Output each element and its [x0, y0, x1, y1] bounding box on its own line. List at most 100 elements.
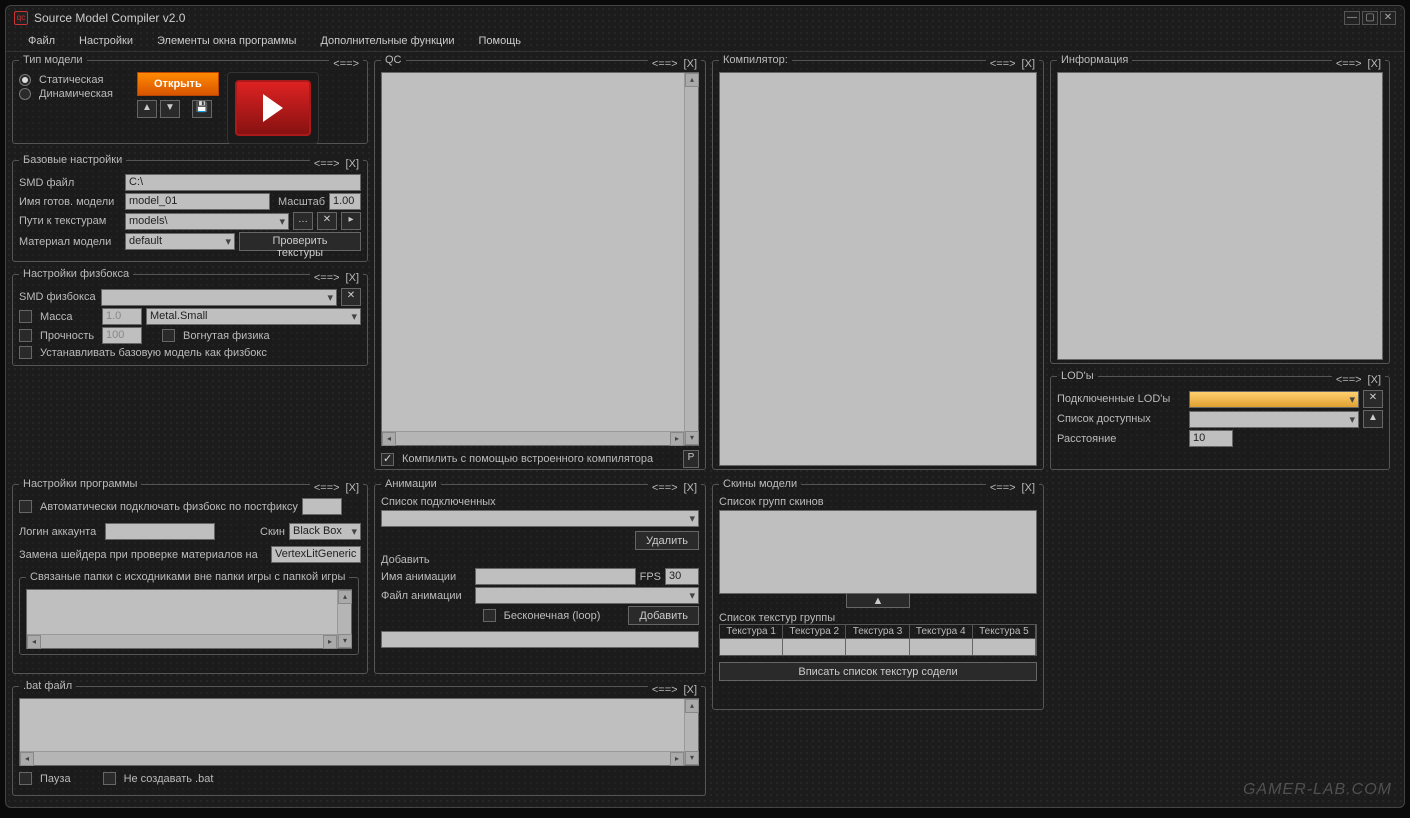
arrow-down-button[interactable]: ▼ — [160, 100, 180, 118]
label-mat-model: Материал модели — [19, 236, 121, 248]
checkbox-loop[interactable] — [483, 609, 496, 622]
checkbox-strength[interactable] — [19, 329, 32, 342]
collapse-icon[interactable]: <==> — [650, 482, 680, 494]
dropdown-tex-paths[interactable]: models\ — [125, 213, 289, 230]
input-shader[interactable]: VertexLitGeneric — [271, 546, 361, 563]
textarea-bat[interactable]: ▴▾ ◂▸ — [19, 698, 699, 766]
checkbox-set-base[interactable] — [19, 346, 32, 359]
collapse-icon[interactable]: <==> — [650, 58, 680, 70]
maximize-button[interactable]: ▢ — [1362, 11, 1378, 25]
dropdown-anim-file[interactable] — [475, 587, 699, 604]
qc-p-button[interactable]: P — [683, 450, 699, 468]
close-panel-icon[interactable]: [X] — [682, 58, 699, 70]
collapse-icon[interactable]: <==> — [312, 482, 342, 494]
play-button[interactable] — [227, 72, 319, 144]
collapse-icon[interactable]: <==> — [650, 684, 680, 696]
legend-physbox: Настройки физбокса — [19, 268, 133, 280]
dropdown-skin[interactable]: Black Box — [289, 523, 361, 540]
input-smd-file[interactable]: C:\ — [125, 174, 361, 191]
input-scale[interactable]: 1.00 — [329, 193, 361, 210]
input-fps[interactable]: 30 — [665, 568, 699, 585]
legend-bat: .bat файл — [19, 680, 76, 692]
dropdown-surface[interactable]: Metal.Small — [146, 308, 361, 325]
input-strength[interactable]: 100 — [102, 327, 142, 344]
texture-data-row[interactable] — [719, 639, 1037, 656]
save-icon-button[interactable]: 💾 — [192, 100, 212, 118]
close-panel-icon[interactable]: [X] — [1366, 58, 1383, 70]
close-panel-icon[interactable]: [X] — [1020, 58, 1037, 70]
input-distance[interactable]: 10 — [1189, 430, 1233, 447]
textarea-info[interactable] — [1057, 72, 1383, 360]
checkbox-auto-physbox[interactable] — [19, 500, 32, 513]
menu-extra[interactable]: Дополнительные функции — [310, 32, 464, 50]
open-button[interactable]: Открыть — [137, 72, 219, 96]
menu-help[interactable]: Помощь — [469, 32, 532, 50]
collapse-icon[interactable]: <==> — [1334, 374, 1364, 386]
label-set-base: Устанавливать базовую модель как физбокс — [40, 347, 267, 359]
close-panel-icon[interactable]: [X] — [344, 272, 361, 284]
label-anim-list: Список подключенных — [381, 496, 699, 508]
menu-settings[interactable]: Настройки — [69, 32, 143, 50]
remove-physbox-button[interactable]: ✕ — [341, 288, 361, 306]
collapse-icon[interactable]: <==> — [988, 482, 1018, 494]
dropdown-mat-model[interactable]: default — [125, 233, 235, 250]
input-anim-name[interactable] — [475, 568, 636, 585]
close-panel-icon[interactable]: [X] — [1366, 374, 1383, 386]
collapse-icon[interactable]: <==> — [312, 158, 342, 170]
lod-up-button[interactable]: ▲ — [1363, 410, 1383, 428]
textarea-qc[interactable]: ▴▾ ◂▸ — [381, 72, 699, 446]
write-textures-button[interactable]: Вписать список текстур содели — [719, 662, 1037, 681]
input-model-name[interactable]: model_01 — [125, 193, 270, 210]
input-mass[interactable]: 1.0 — [102, 308, 142, 325]
close-panel-icon[interactable]: [X] — [1020, 482, 1037, 494]
input-postfix[interactable] — [302, 498, 342, 515]
menu-elements[interactable]: Элементы окна программы — [147, 32, 306, 50]
check-textures-button[interactable]: Проверить текстуры — [239, 232, 361, 251]
delete-anim-button[interactable]: Удалить — [635, 531, 699, 550]
browse-button[interactable]: … — [293, 212, 313, 230]
label-connected-lods: Подключенные LOD'ы — [1057, 393, 1185, 405]
panel-prog-settings: Настройки программы <==>[X] Автоматическ… — [12, 478, 368, 674]
menu-file[interactable]: Файл — [18, 32, 65, 50]
collapse-icon[interactable]: <==> — [1334, 58, 1364, 70]
list-skin-groups[interactable] — [719, 510, 1037, 594]
scrollbar-h[interactable]: ◂▸ — [20, 751, 684, 765]
input-login[interactable] — [105, 523, 215, 540]
close-panel-icon[interactable]: [X] — [344, 482, 361, 494]
close-panel-icon[interactable]: [X] — [682, 482, 699, 494]
checkbox-concave[interactable] — [162, 329, 175, 342]
checkbox-pause[interactable] — [19, 772, 32, 785]
go-button[interactable]: ▸ — [341, 212, 361, 230]
checkbox-builtin-compiler[interactable] — [381, 453, 394, 466]
dropdown-available-lods[interactable] — [1189, 411, 1359, 428]
checkbox-mass[interactable] — [19, 310, 32, 323]
dropdown-connected-lods[interactable] — [1189, 391, 1359, 408]
scrollbar-v[interactable]: ▴▾ — [684, 73, 698, 445]
label-static: Статическая — [39, 74, 103, 86]
dropdown-smd-physbox[interactable] — [101, 289, 337, 306]
panel-collapse-icon[interactable]: <==> — [331, 58, 361, 70]
radio-dynamic[interactable] — [19, 88, 31, 100]
collapse-icon[interactable]: <==> — [988, 58, 1018, 70]
input-anim-extra[interactable] — [381, 631, 699, 648]
remove-lod-button[interactable]: ✕ — [1363, 390, 1383, 408]
scrollbar-v[interactable]: ▴▾ — [684, 699, 698, 765]
scrollbar-v[interactable]: ▴▾ — [337, 590, 351, 648]
close-button[interactable]: ✕ — [1380, 11, 1396, 25]
arrow-up-button[interactable]: ▲ — [137, 100, 157, 118]
dropdown-anim-list[interactable] — [381, 510, 699, 527]
collapse-icon[interactable]: <==> — [312, 272, 342, 284]
remove-path-button[interactable]: ✕ — [317, 212, 337, 230]
add-anim-button[interactable]: Добавить — [628, 606, 699, 625]
minimize-button[interactable]: — — [1344, 11, 1360, 25]
radio-static[interactable] — [19, 74, 31, 86]
textarea-linked-folders[interactable]: ▴▾ ◂▸ — [26, 589, 352, 649]
scrollbar-h[interactable]: ◂▸ — [382, 431, 684, 445]
close-panel-icon[interactable]: [X] — [682, 684, 699, 696]
checkbox-no-bat[interactable] — [103, 772, 116, 785]
label-dynamic: Динамическая — [39, 88, 113, 100]
close-panel-icon[interactable]: [X] — [344, 158, 361, 170]
collapse-skins-button[interactable]: ▲ — [846, 593, 910, 608]
scrollbar-h[interactable]: ◂▸ — [27, 634, 337, 648]
textarea-compiler[interactable] — [719, 72, 1037, 466]
